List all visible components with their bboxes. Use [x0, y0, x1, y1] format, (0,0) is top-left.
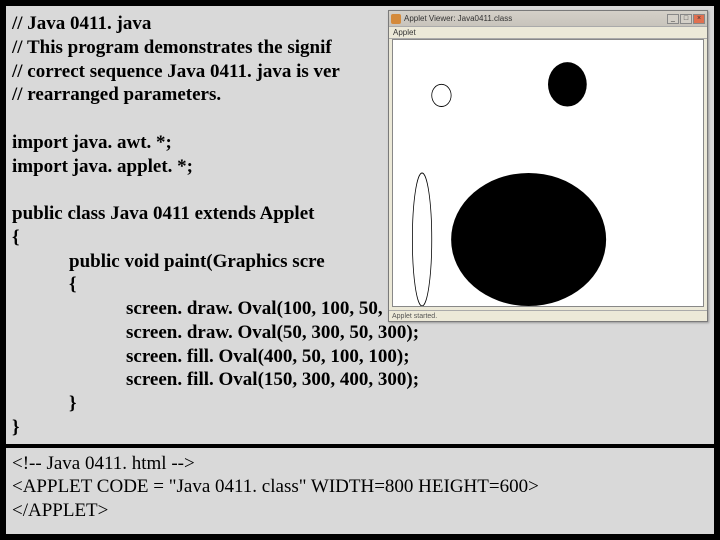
- small-open-circle: [432, 84, 451, 106]
- maximize-button[interactable]: □: [680, 14, 692, 24]
- code-line: // This program demonstrates the signif: [12, 37, 332, 58]
- status-bar: Applet started.: [389, 310, 707, 321]
- close-button[interactable]: ×: [693, 14, 705, 24]
- code-line: }: [12, 417, 20, 438]
- code-line: // correct sequence Java 0411. java is v…: [12, 61, 340, 82]
- slide-frame: // Java 0411. java // This program demon…: [4, 4, 716, 536]
- menu-bar[interactable]: Applet: [389, 27, 707, 39]
- code-line: screen. draw. Oval(100, 100, 50, 50);: [12, 298, 419, 319]
- code-line: public class Java 0411 extends Applet: [12, 203, 314, 224]
- applet-viewer-window: Applet Viewer: Java0411.class _ □ × Appl…: [388, 10, 708, 322]
- code-line: screen. fill. Oval(400, 50, 100, 100);: [12, 346, 410, 367]
- code-line: // rearranged parameters.: [12, 84, 221, 105]
- small-filled-circle: [548, 62, 587, 106]
- java-icon: [391, 14, 401, 24]
- oval-graphics: [393, 40, 703, 306]
- code-line: {: [12, 227, 20, 248]
- code-line: import java. awt. *;: [12, 132, 172, 153]
- code-line: }: [12, 393, 77, 414]
- html-source: <!-- Java 0411. html --> <APPLET CODE = …: [6, 448, 714, 529]
- code-line: <!-- Java 0411. html -->: [12, 453, 195, 474]
- code-line: </APPLET>: [12, 500, 108, 521]
- window-title: Applet Viewer: Java0411.class: [404, 14, 667, 23]
- code-line: // Java 0411. java: [12, 13, 151, 34]
- code-line: import java. applet. *;: [12, 156, 193, 177]
- large-filled-ellipse: [451, 173, 606, 306]
- code-line: screen. draw. Oval(50, 300, 50, 300);: [12, 322, 419, 343]
- code-line: <APPLET CODE = "Java 0411. class" WIDTH=…: [12, 476, 539, 497]
- code-line: public void paint(Graphics scre: [12, 251, 325, 272]
- window-titlebar[interactable]: Applet Viewer: Java0411.class _ □ ×: [389, 11, 707, 27]
- code-line: screen. fill. Oval(150, 300, 400, 300);: [12, 369, 419, 390]
- applet-canvas: [392, 39, 704, 307]
- window-buttons: _ □ ×: [667, 14, 705, 24]
- minimize-button[interactable]: _: [667, 14, 679, 24]
- code-line: {: [12, 274, 77, 295]
- tall-open-ellipse: [412, 173, 431, 306]
